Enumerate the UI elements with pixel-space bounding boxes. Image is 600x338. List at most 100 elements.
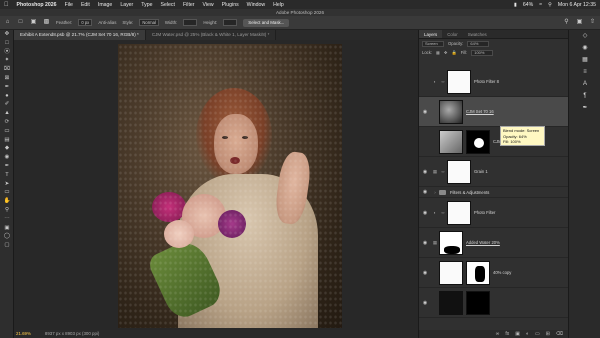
layer-mask-thumbnail[interactable]: [447, 200, 471, 225]
layers-panel-icon[interactable]: ◇: [569, 30, 600, 42]
menu-window[interactable]: Window: [247, 2, 265, 8]
path-select-icon[interactable]: ➤: [0, 180, 14, 189]
menu-type[interactable]: Type: [141, 2, 152, 8]
paragraph-panel-icon[interactable]: ¶: [569, 90, 600, 102]
eye-icon[interactable]: ◉: [419, 189, 431, 195]
search-icon[interactable]: ⚲: [563, 19, 570, 26]
crop-tool-icon[interactable]: ⌧: [0, 65, 14, 74]
layer-row[interactable]: ◉ 40% copy: [419, 258, 569, 288]
lock-all-icon[interactable]: 🔒: [452, 50, 457, 56]
zoom-tool-icon[interactable]: ⚲: [0, 206, 14, 215]
blend-mode-select[interactable]: Screen: [422, 40, 444, 47]
tab-layers[interactable]: Layers: [419, 30, 443, 38]
character-panel-icon[interactable]: A: [569, 78, 600, 90]
chain-icon[interactable]: ∞: [439, 79, 447, 84]
layer-mask-thumbnail[interactable]: [439, 230, 463, 255]
wifi-icon[interactable]: ≈: [539, 2, 542, 8]
tab-color[interactable]: Color: [442, 30, 463, 38]
tab-swatches[interactable]: Swatches: [463, 30, 492, 38]
link-layers-icon[interactable]: ∞: [496, 331, 500, 337]
eye-icon[interactable]: ◉: [419, 300, 431, 306]
lock-position-icon[interactable]: ✥: [444, 50, 448, 55]
opacity-input[interactable]: 64%: [467, 40, 490, 47]
menu-layer[interactable]: Layer: [120, 2, 133, 8]
history-brush-icon[interactable]: ⟳: [0, 118, 14, 127]
menu-app-name[interactable]: Photoshop 2026: [17, 2, 57, 8]
layer-name[interactable]: 40% copy: [493, 270, 511, 275]
new-selection-icon[interactable]: ▣: [30, 19, 37, 26]
layer-mask-thumbnail[interactable]: [466, 260, 490, 285]
healing-brush-icon[interactable]: ●: [0, 92, 14, 101]
swatches-panel-icon[interactable]: ▦: [569, 54, 600, 66]
feather-input[interactable]: 0 px: [78, 19, 93, 26]
layer-group-row[interactable]: ◉ › Filters & Adjustments: [419, 187, 569, 198]
layer-name[interactable]: Grain 1: [474, 169, 488, 174]
dodge-tool-icon[interactable]: ◉: [0, 153, 14, 162]
chain-icon[interactable]: ∞: [439, 169, 447, 174]
new-layer-icon[interactable]: ⊞: [546, 331, 550, 337]
layer-thumbnail[interactable]: [439, 99, 463, 124]
clock[interactable]: Mon 6 Apr 12:35: [558, 2, 596, 8]
menu-select[interactable]: Select: [161, 2, 175, 8]
layer-row-selected[interactable]: ◉ CJM Set 70 16: [419, 97, 569, 127]
zoom-level[interactable]: 21.69%: [16, 330, 31, 338]
blur-tool-icon[interactable]: ◆: [0, 144, 14, 153]
tools-panel-icon[interactable]: ✒: [569, 102, 600, 114]
group-name[interactable]: Filters & Adjustments: [450, 190, 489, 195]
layer-mask-thumbnail[interactable]: [466, 290, 490, 315]
expand-arrow-icon[interactable]: ›: [431, 190, 439, 195]
layer-name[interactable]: CJM Set 70 16: [466, 109, 494, 114]
pen-tool-icon[interactable]: ✒: [0, 162, 14, 171]
layer-thumbnail[interactable]: [439, 129, 463, 154]
menu-help[interactable]: Help: [273, 2, 284, 8]
move-tool-icon[interactable]: ✥: [0, 30, 14, 39]
layer-thumbnail[interactable]: [439, 260, 463, 285]
properties-panel-icon[interactable]: ≡: [569, 66, 600, 78]
layer-row[interactable]: ◐ ∞ Photo Filter 8: [419, 67, 569, 97]
eye-icon[interactable]: ◉: [419, 240, 431, 246]
lasso-tool-icon[interactable]: ⦿: [0, 48, 14, 57]
document-canvas[interactable]: [14, 40, 418, 330]
fill-input[interactable]: 100%: [471, 49, 494, 56]
type-tool-icon[interactable]: T: [0, 171, 14, 180]
apple-icon[interactable]: : [4, 2, 9, 8]
search-icon[interactable]: ⚲: [548, 2, 552, 8]
quick-select-icon[interactable]: ✦: [0, 56, 14, 65]
menu-filter[interactable]: Filter: [183, 2, 195, 8]
width-input[interactable]: [183, 19, 198, 26]
tab-exhibit-a[interactable]: Exhibit A Extend8.psb @ 21.7% (CJM Set 7…: [14, 30, 146, 40]
eraser-icon[interactable]: ▭: [0, 127, 14, 136]
marquee-tool-icon[interactable]: □: [17, 19, 24, 26]
fx-icon[interactable]: fx: [505, 331, 509, 337]
layer-name[interactable]: Added Water 20%: [466, 240, 500, 245]
color-swatch-icon[interactable]: ▣: [0, 224, 14, 233]
battery-icon[interactable]: ▮: [514, 2, 517, 8]
style-select[interactable]: Normal: [139, 19, 159, 26]
quick-mask-icon[interactable]: ◯: [0, 232, 14, 241]
brush-tool-icon[interactable]: ✐: [0, 100, 14, 109]
eye-icon[interactable]: ◉: [419, 109, 431, 115]
layer-mask-thumbnail[interactable]: [466, 129, 490, 154]
trash-icon[interactable]: ⌫: [556, 331, 563, 337]
menu-edit[interactable]: Edit: [81, 2, 90, 8]
lock-pixels-icon[interactable]: ▦: [436, 50, 440, 55]
layer-thumbnail[interactable]: [439, 290, 463, 315]
frame-tool-icon[interactable]: ⊠: [0, 74, 14, 83]
height-input[interactable]: [223, 19, 238, 26]
doc-size[interactable]: 8937 px x 8903 px (300 ppi): [45, 330, 99, 338]
layer-row[interactable]: ◉: [419, 288, 569, 318]
menu-plugins[interactable]: Plugins: [222, 2, 239, 8]
adjustment-layer-icon[interactable]: ◐: [526, 331, 529, 337]
menu-view[interactable]: View: [203, 2, 214, 8]
shape-tool-icon[interactable]: ▭: [0, 188, 14, 197]
tab-cjm-water[interactable]: CJM Water.psd @ 25% (Black & White 1, La…: [145, 30, 277, 40]
layer-row[interactable]: ◉ ▦ Added Water 20%: [419, 228, 569, 258]
more-tools-icon[interactable]: ⋯: [0, 215, 14, 224]
eye-icon[interactable]: ◉: [419, 210, 431, 216]
add-mask-icon[interactable]: ▣: [515, 331, 520, 337]
antialias-label[interactable]: Anti-alias: [98, 20, 116, 25]
add-selection-icon[interactable]: ▩: [43, 19, 50, 26]
share-icon[interactable]: ⇧: [589, 19, 596, 26]
gradient-tool-icon[interactable]: ▤: [0, 136, 14, 145]
color-panel-icon[interactable]: ◉: [569, 42, 600, 54]
